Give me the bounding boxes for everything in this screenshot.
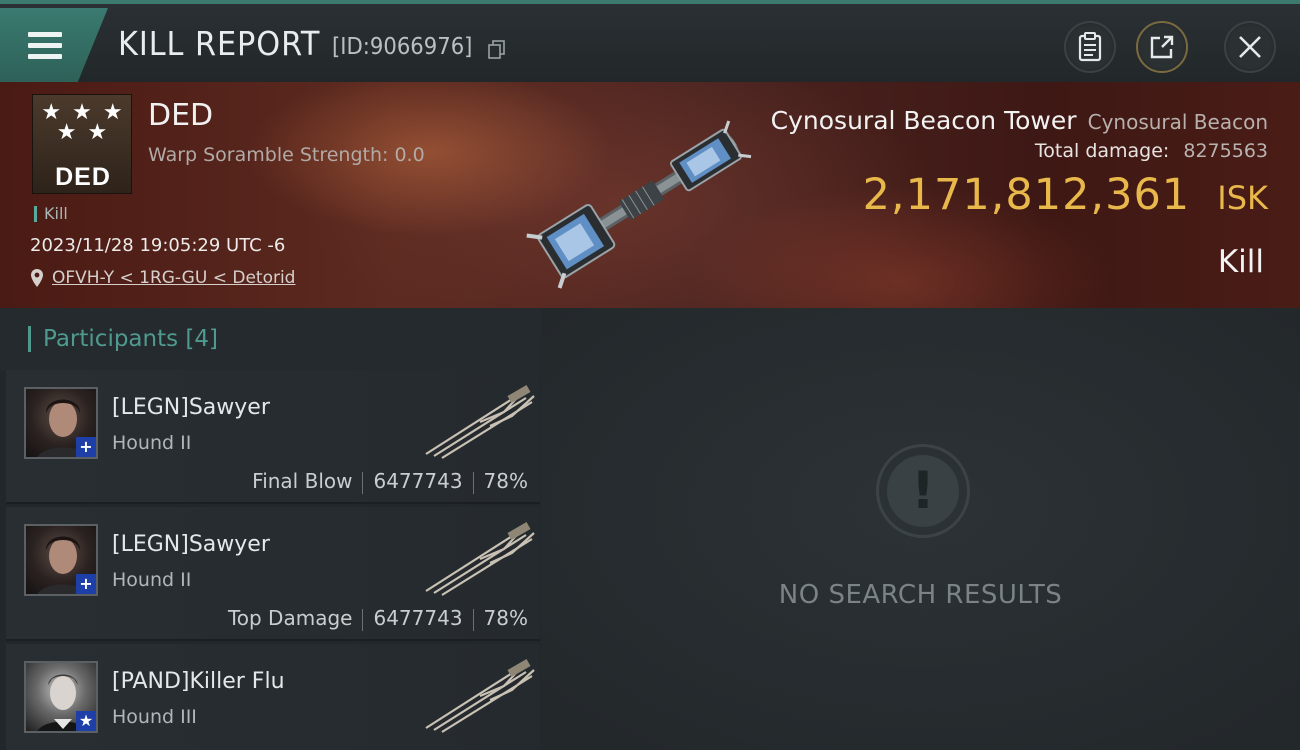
participants-count: [4]	[185, 326, 219, 352]
victim-name: DED	[148, 98, 214, 133]
share-button[interactable]	[1136, 21, 1188, 73]
location-pin-icon	[31, 269, 43, 287]
participant-row[interactable]: + [LEGN]Sawyer Hound II Final Blow 647774…	[6, 370, 540, 504]
plus-badge-icon: +	[76, 574, 96, 594]
drone-icon	[425, 522, 535, 596]
share-icon	[1150, 35, 1174, 59]
participant-ship: Hound II	[112, 569, 192, 591]
top-bar: KILL REPORT [ID:9066976]	[0, 0, 1300, 82]
participant-damage: 6477743	[373, 469, 463, 493]
stars-icon: ★ ★ ★ ★ ★	[41, 100, 125, 145]
star-badge-icon: ★	[76, 711, 96, 731]
participant-ship: Hound II	[112, 432, 192, 454]
participant-row[interactable]: + [LEGN]Sawyer Hound II Top Damage 647774…	[6, 507, 540, 641]
target-type: Cynosural Beacon	[1087, 110, 1268, 134]
menu-button[interactable]	[0, 8, 108, 82]
kill-location[interactable]: OFVH-Y < 1RG-GU < Detorid	[30, 268, 295, 288]
isk-amount: 2,171,812,361	[862, 170, 1191, 220]
divider	[362, 608, 364, 631]
participants-label: Participants	[43, 326, 179, 352]
participant-role: Top Damage	[227, 606, 353, 630]
drone-icon	[425, 659, 535, 733]
avatar: ★	[24, 661, 98, 733]
clipboard-icon	[1078, 32, 1102, 62]
participant-percent: 78%	[483, 606, 528, 630]
avatar: +	[24, 387, 98, 459]
target-info: Cynosural Beacon Tower Cynosural Beacon	[771, 106, 1268, 135]
kill-tag: Kill	[34, 206, 68, 222]
clipboard-button[interactable]	[1064, 21, 1116, 73]
divider	[472, 608, 474, 631]
divider	[472, 471, 474, 494]
participant-percent: 78%	[483, 469, 528, 493]
participants-header: Participants [4]	[0, 308, 541, 370]
kill-result: Kill	[1217, 244, 1264, 280]
alert-icon: !	[876, 444, 970, 538]
avatar: +	[24, 524, 98, 596]
participants-title: Participants [4]	[28, 326, 218, 352]
total-damage-label: Total damage:	[1034, 140, 1170, 162]
report-id: [ID:9066976]	[332, 34, 473, 60]
kill-datetime: 2023/11/28 19:05:29 UTC -6	[30, 235, 286, 256]
total-damage-value: 8275563	[1183, 140, 1268, 162]
ship-image	[526, 120, 752, 289]
exclamation-icon: !	[887, 455, 959, 527]
total-damage: Total damage: 8275563	[1035, 140, 1268, 162]
participant-name: [LEGN]Sawyer	[112, 395, 270, 420]
close-icon	[1239, 36, 1261, 58]
target-name: Cynosural Beacon Tower	[770, 106, 1077, 135]
close-button[interactable]	[1224, 21, 1276, 73]
ded-badge-text: DED	[55, 163, 111, 191]
location-link[interactable]: OFVH-Y < 1RG-GU < Detorid	[52, 268, 295, 288]
empty-state-text: NO SEARCH RESULTS	[778, 580, 1063, 610]
participants-panel: Participants [4] + [LEGN]Sawyer Hound II…	[0, 308, 541, 750]
results-panel: ! NO SEARCH RESULTS	[541, 308, 1300, 750]
copy-icon[interactable]	[488, 40, 506, 60]
drone-icon	[425, 385, 535, 459]
plus-badge-icon: +	[76, 437, 96, 457]
participant-stats: Top Damage 6477743 78%	[228, 606, 528, 631]
participant-name: [LEGN]Sawyer	[112, 532, 270, 557]
isk-unit: ISK	[1217, 179, 1268, 217]
participant-name: [PAND]Killer Flu	[112, 669, 285, 694]
kill-banner: ★ ★ ★ ★ ★ DED DED Warp Soramble Strength:…	[0, 82, 1300, 308]
participant-ship: Hound III	[112, 706, 197, 728]
participant-row[interactable]: ★ [PAND]Killer Flu Hound III	[6, 644, 540, 750]
ded-badge: ★ ★ ★ ★ ★ DED	[32, 94, 132, 194]
page-title: KILL REPORT	[118, 24, 321, 63]
divider	[362, 471, 364, 494]
victim-subtitle: Warp Soramble Strength: 0.0	[148, 144, 425, 166]
participant-role: Final Blow	[252, 469, 353, 493]
isk-value: 2,171,812,361 ISK	[863, 170, 1268, 220]
participant-stats: Final Blow 6477743 78%	[252, 469, 528, 494]
menu-icon	[28, 32, 62, 60]
participant-damage: 6477743	[373, 606, 463, 630]
